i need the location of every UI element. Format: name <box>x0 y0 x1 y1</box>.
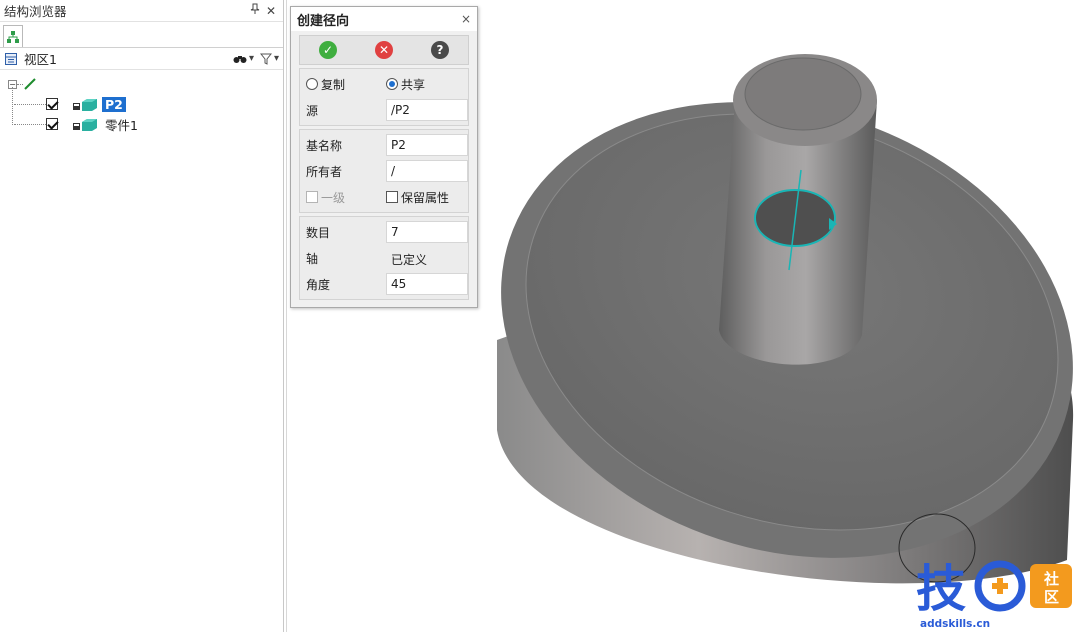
radio-icon <box>306 78 318 90</box>
owner-field[interactable]: / <box>386 160 468 182</box>
chevron-down-icon: ▾ <box>273 53 279 64</box>
part-icon <box>72 97 98 111</box>
shaft-top-face <box>744 57 862 131</box>
basename-field[interactable]: P2 <box>386 134 468 156</box>
checkbox-icon <box>306 191 318 203</box>
part-icon <box>72 117 98 131</box>
tree-connector <box>14 123 46 125</box>
browser-title-bar: 结构浏览器 ✕ <box>0 0 283 22</box>
structure-browser-panel: 结构浏览器 ✕ 视区1 ▾ ▾ − P2 零件1 <box>0 0 284 632</box>
watermark-main-text: 技 <box>916 560 966 616</box>
visibility-checkbox[interactable] <box>46 118 58 130</box>
owner-row: 所有者 / <box>300 158 468 184</box>
owner-label: 所有者 <box>306 164 343 179</box>
axis-field[interactable]: 已定义 <box>386 247 468 269</box>
browser-tab-strip <box>0 22 283 48</box>
source-field[interactable]: /P2 <box>386 99 468 121</box>
count-row: 数目 7 <box>300 219 468 245</box>
axis-label: 轴 <box>306 251 319 266</box>
keep-attributes-label: 保留属性 <box>401 190 450 205</box>
pin-icon[interactable] <box>247 3 263 18</box>
naming-group: 基名称 P2 所有者 / 一级 保留属性 <box>299 129 469 213</box>
view-icon <box>5 52 17 65</box>
radio-selected-icon <box>386 78 398 90</box>
site-watermark: 技 社区 addskills.cn <box>914 556 1076 630</box>
watermark-site: addskills.cn <box>920 618 991 630</box>
dialog-title-bar: 创建径向 × <box>291 7 477 31</box>
watermark-badge-text: 社区 <box>1043 570 1059 606</box>
axis-row: 轴 已定义 <box>300 245 468 271</box>
tree-item-part1[interactable]: 零件1 <box>0 114 283 134</box>
mode-row: 复制 共享 <box>300 71 468 97</box>
chevron-down-icon: ▾ <box>248 53 254 64</box>
view-label: 视区1 <box>24 52 57 67</box>
angle-row: 角度 45 <box>300 271 468 297</box>
cancel-button[interactable]: ✕ <box>375 41 393 59</box>
visibility-checkbox[interactable] <box>46 98 58 110</box>
basename-label: 基名称 <box>306 138 343 153</box>
copy-radio[interactable]: 复制 <box>306 76 386 93</box>
first-level-label: 一级 <box>321 190 346 205</box>
create-radial-dialog: 创建径向 × ✓ ✕ ? 复制 共享 源 /P2 基名称 P2 所有者 / 一级… <box>290 6 478 308</box>
binoculars-icon <box>233 55 247 63</box>
dialog-title: 创建径向 <box>297 13 350 29</box>
assembly-tree-tab[interactable] <box>3 25 23 47</box>
copy-label: 复制 <box>321 77 346 92</box>
pattern-group: 数目 7 轴 已定义 角度 45 <box>299 216 469 300</box>
close-icon[interactable]: ✕ <box>263 4 279 18</box>
source-label: 源 <box>306 103 319 118</box>
keep-attributes-checkbox[interactable]: 保留属性 <box>386 189 468 206</box>
share-radio[interactable]: 共享 <box>386 76 468 93</box>
watermark-logo: 技 社区 <box>916 560 1072 618</box>
tree-item-label: P2 <box>102 96 126 112</box>
count-label: 数目 <box>306 225 331 240</box>
checkbox-icon <box>386 191 398 203</box>
angle-label: 角度 <box>306 277 331 292</box>
root-assembly-icon[interactable] <box>23 77 37 91</box>
tree-root-row: − <box>0 74 283 94</box>
structure-tree: − P2 零件1 <box>0 70 283 134</box>
tree-item-p2[interactable]: P2 <box>0 94 283 114</box>
ok-button[interactable]: ✓ <box>319 41 337 59</box>
find-button[interactable]: ▾ <box>233 53 254 64</box>
filter-icon <box>259 53 272 65</box>
tree-connector <box>14 103 46 105</box>
basename-row: 基名称 P2 <box>300 132 468 158</box>
help-button[interactable]: ? <box>431 41 449 59</box>
view-bar: 视区1 ▾ ▾ <box>0 48 283 70</box>
tree-item-label: 零件1 <box>105 117 138 133</box>
options-row: 一级 保留属性 <box>300 184 468 210</box>
assembly-tree-icon <box>7 30 19 43</box>
source-row: 源 /P2 <box>300 97 468 123</box>
dialog-close-icon[interactable]: × <box>461 12 471 26</box>
filter-button[interactable]: ▾ <box>259 53 279 65</box>
count-field[interactable]: 7 <box>386 221 468 243</box>
first-level-checkbox: 一级 <box>306 189 386 206</box>
share-label: 共享 <box>401 77 426 92</box>
dialog-action-bar: ✓ ✕ ? <box>299 35 469 65</box>
browser-title: 结构浏览器 <box>4 4 67 19</box>
source-group: 复制 共享 源 /P2 <box>299 68 469 126</box>
angle-field[interactable]: 45 <box>386 273 468 295</box>
